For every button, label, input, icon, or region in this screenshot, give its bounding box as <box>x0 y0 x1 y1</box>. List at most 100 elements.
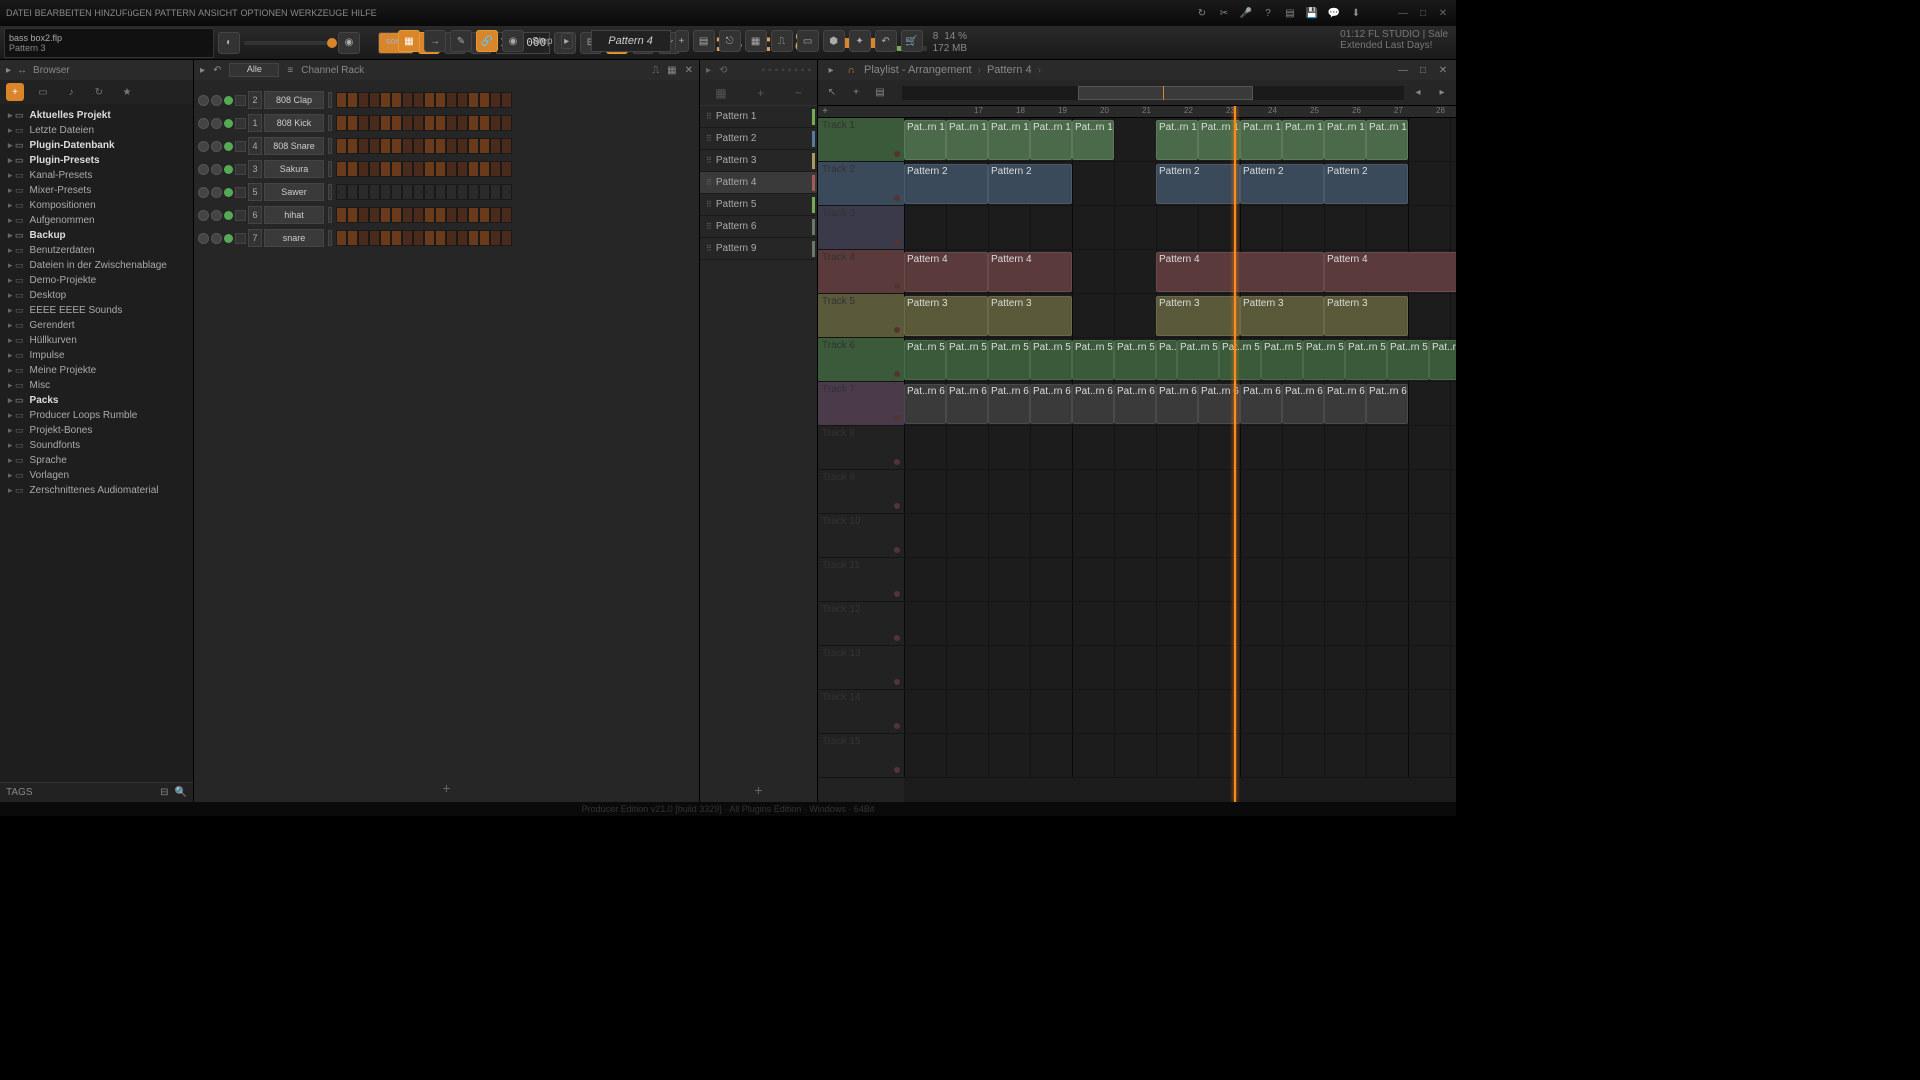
clip[interactable]: Pat..rn 5 <box>946 340 988 380</box>
tree-item[interactable]: ▸ ▭Benutzerdaten <box>0 243 193 258</box>
step-cell[interactable] <box>457 207 468 223</box>
step-cell[interactable] <box>501 207 512 223</box>
step-cell[interactable] <box>424 161 435 177</box>
clip[interactable]: Pat..rn 6 <box>1282 384 1324 424</box>
tag-collapse-icon[interactable]: ⊟ <box>160 787 168 798</box>
step-cell[interactable] <box>358 138 369 154</box>
step-cell[interactable] <box>380 230 391 246</box>
channel-led[interactable] <box>224 188 233 197</box>
track-mute-dot[interactable] <box>894 239 900 245</box>
picker-opt8-icon[interactable]: ◦ <box>807 65 811 76</box>
track-header[interactable]: Track 10 <box>818 514 904 558</box>
step-cell[interactable] <box>380 115 391 131</box>
forward-button[interactable]: → <box>424 30 446 52</box>
close-button[interactable]: ✕ <box>1436 6 1450 20</box>
step-cell[interactable] <box>468 207 479 223</box>
tree-item[interactable]: ▸ ▭Hüllkurven <box>0 333 193 348</box>
minimize-button[interactable]: — <box>1396 6 1410 20</box>
pattern-item[interactable]: ⠿Pattern 5 <box>700 194 817 216</box>
step-cell[interactable] <box>391 161 402 177</box>
pattern-item[interactable]: ⠿Pattern 3 <box>700 150 817 172</box>
sync-icon[interactable]: ↻ <box>1194 5 1210 21</box>
channel-vol-knob[interactable] <box>211 233 222 244</box>
tree-item[interactable]: ▸ ▭Soundfonts <box>0 438 193 453</box>
step-cell[interactable] <box>336 230 347 246</box>
track-row[interactable] <box>904 646 1456 690</box>
clip[interactable]: Pattern 3 <box>904 296 988 336</box>
clip[interactable]: Pat..rn 6 <box>1072 384 1114 424</box>
chat-icon[interactable]: 💬 <box>1326 5 1342 21</box>
step-cell[interactable] <box>369 138 380 154</box>
clip[interactable]: Pa.. <box>1156 340 1177 380</box>
cr-options-icon[interactable]: ≡ <box>287 65 293 76</box>
browser-refresh-icon[interactable]: ↻ <box>90 83 108 101</box>
track-mute-dot[interactable] <box>894 283 900 289</box>
step-cell[interactable] <box>336 161 347 177</box>
browser-folder-icon[interactable]: ▭ <box>34 83 52 101</box>
channel-pan-knob[interactable] <box>198 233 209 244</box>
channel-number[interactable]: 1 <box>248 114 262 132</box>
step-cell[interactable] <box>336 115 347 131</box>
clip[interactable]: Pat..rn 5 <box>1387 340 1429 380</box>
track-header[interactable]: Track 11 <box>818 558 904 602</box>
step-cell[interactable] <box>413 230 424 246</box>
step-cell[interactable] <box>490 138 501 154</box>
track-header[interactable]: Track 8 <box>818 426 904 470</box>
track-header[interactable]: Track 14 <box>818 690 904 734</box>
pl-cursor-tool[interactable]: ↖ <box>822 83 842 103</box>
track-mute-dot[interactable] <box>894 459 900 465</box>
tree-item[interactable]: ▸ ▭Kanal-Presets <box>0 168 193 183</box>
tree-item[interactable]: ▸ ▭EEEE EEEE Sounds <box>0 303 193 318</box>
clip[interactable]: Pat..rn 5 <box>1072 340 1114 380</box>
search-icon[interactable]: 🔍 <box>175 787 187 798</box>
link-button[interactable]: 🔗 <box>476 30 498 52</box>
step-cell[interactable] <box>479 207 490 223</box>
step-cell[interactable] <box>468 184 479 200</box>
step-cell[interactable] <box>336 207 347 223</box>
pattern-item[interactable]: ⠿Pattern 4 <box>700 172 817 194</box>
clip[interactable]: Pat..rn 5 <box>1303 340 1345 380</box>
track-row[interactable] <box>904 426 1456 470</box>
step-cell[interactable] <box>479 184 490 200</box>
browser-add-button[interactable]: + <box>6 83 24 101</box>
tree-item[interactable]: ▸ ▭Projekt-Bones <box>0 423 193 438</box>
help-icon[interactable]: ? <box>1260 5 1276 21</box>
channel-name[interactable]: 808 Clap <box>264 91 324 109</box>
step-cell[interactable] <box>358 184 369 200</box>
tree-item[interactable]: ▸ ▭Zerschnittenes Audiomaterial <box>0 483 193 498</box>
step-cell[interactable] <box>413 138 424 154</box>
clip[interactable]: Pat..rn 6 <box>946 384 988 424</box>
step-cell[interactable] <box>358 207 369 223</box>
step-cell[interactable] <box>369 207 380 223</box>
channel-mute[interactable] <box>235 210 246 221</box>
tree-item[interactable]: ▸ ▭Aktuelles Projekt <box>0 108 193 123</box>
menu-bearbeiten[interactable]: BEARBEITEN <box>35 8 92 18</box>
clip[interactable]: Pat..rn 5 <box>1177 340 1219 380</box>
step-cell[interactable] <box>479 230 490 246</box>
clip[interactable]: Pattern 3 <box>1324 296 1408 336</box>
clip[interactable]: Pat..rn 1 <box>1366 120 1408 160</box>
channel-mute[interactable] <box>235 118 246 129</box>
channel-name[interactable]: snare <box>264 229 324 247</box>
clip[interactable]: Pattern 2 <box>988 164 1072 204</box>
pattern-item[interactable]: ⠿Pattern 6 <box>700 216 817 238</box>
browser-icon[interactable]: ▤ <box>1282 5 1298 21</box>
tree-item[interactable]: ▸ ▭Packs <box>0 393 193 408</box>
channel-pan-knob[interactable] <box>198 95 209 106</box>
tree-item[interactable]: ▸ ▭Dateien in der Zwischenablage <box>0 258 193 273</box>
track-mute-dot[interactable] <box>894 767 900 773</box>
track-mute-dot[interactable] <box>894 327 900 333</box>
channel-pan-knob[interactable] <box>198 187 209 198</box>
view-tool-button[interactable]: ✦ <box>849 30 871 52</box>
step-cell[interactable] <box>479 92 490 108</box>
channel-led[interactable] <box>224 234 233 243</box>
pattern-dropdown-button[interactable]: + <box>675 30 689 52</box>
track-mute-dot[interactable] <box>894 415 900 421</box>
clip[interactable]: Pattern 3 <box>1240 296 1324 336</box>
shop-button[interactable]: 🛒 <box>901 30 923 52</box>
view-browser-button[interactable]: ▭ <box>797 30 819 52</box>
pl-close-icon[interactable]: ✕ <box>1436 63 1450 77</box>
picker-play-icon[interactable]: ▸ <box>706 65 711 76</box>
track-header[interactable]: Track 4 <box>818 250 904 294</box>
step-cell[interactable] <box>457 161 468 177</box>
